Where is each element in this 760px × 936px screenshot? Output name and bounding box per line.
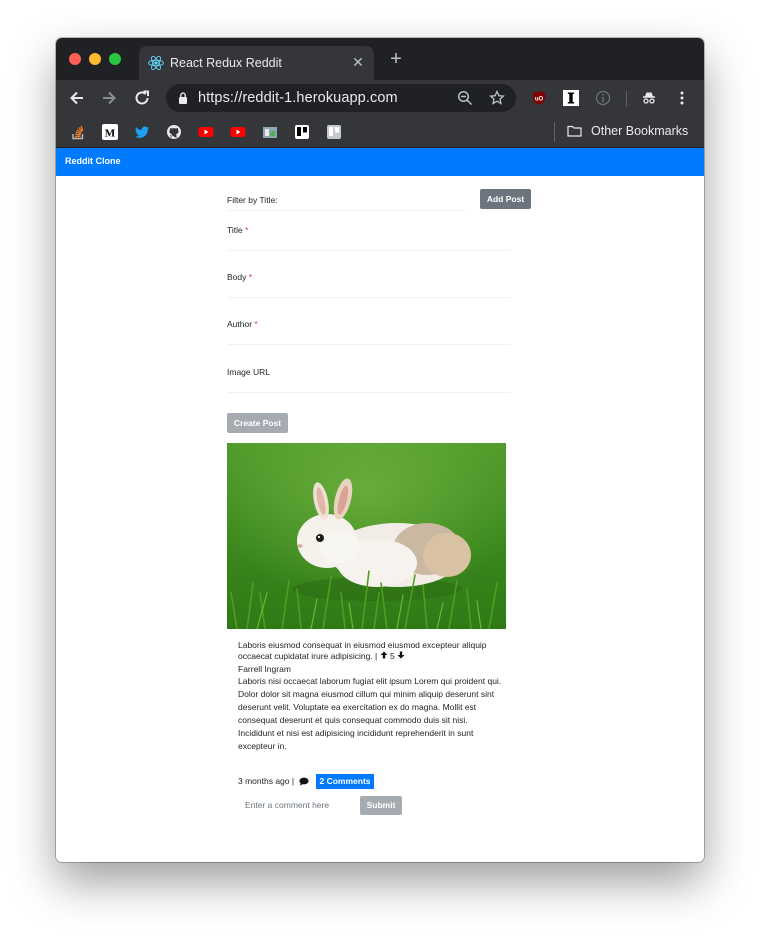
upvote-arrow-icon[interactable]	[380, 651, 388, 659]
tab-strip: React Redux Reddit ✕ +	[56, 38, 704, 80]
browser-tab[interactable]: React Redux Reddit ✕	[139, 46, 374, 80]
navbar: Reddit Clone	[56, 148, 704, 176]
author-label: Author *	[227, 319, 258, 329]
back-arrow-icon[interactable]	[67, 88, 87, 108]
youtube-bookmark-icon-2[interactable]	[230, 124, 246, 140]
incognito-icon[interactable]	[641, 90, 657, 106]
post-author: Farrell Ingram	[238, 664, 291, 674]
submit-comment-button[interactable]: Submit	[360, 796, 402, 815]
comment-bubble-icon	[299, 777, 309, 786]
browser-toolbar: https://reddit-1.herokuapp.com uO	[56, 80, 704, 116]
trello-bookmark-icon-2[interactable]	[326, 124, 342, 140]
post-title: Laboris eiusmod consequat in eiusmod eiu…	[238, 640, 487, 661]
menu-dots-icon[interactable]	[674, 90, 690, 106]
post-image	[227, 443, 506, 629]
body-label: Body *	[227, 272, 253, 282]
zoom-out-icon[interactable]	[457, 90, 473, 106]
downvote-arrow-icon[interactable]	[397, 651, 405, 659]
minimize-window-button[interactable]	[89, 53, 101, 65]
url-text: https://reddit-1.herokuapp.com	[198, 90, 398, 106]
post-timestamp: 3 months ago |	[238, 776, 295, 786]
add-post-button[interactable]: Add Post	[480, 189, 531, 209]
lock-icon	[179, 92, 187, 104]
toolbar-divider	[626, 91, 627, 107]
brand-link[interactable]: Reddit Clone	[65, 156, 121, 166]
filter-label: Filter by Title:	[227, 195, 278, 205]
title-input[interactable]	[227, 250, 510, 251]
tab-close-icon[interactable]: ✕	[350, 54, 366, 70]
youtube-bookmark-icon-1[interactable]	[198, 124, 214, 140]
vote-count: 5	[390, 650, 395, 661]
tab-title: React Redux Reddit	[170, 56, 282, 70]
comments-toggle[interactable]: 2 Comments	[316, 774, 374, 789]
browser-window: React Redux Reddit ✕ + https://reddit-1.…	[56, 38, 704, 862]
address-bar[interactable]: https://reddit-1.herokuapp.com	[166, 84, 516, 112]
post-body: Laboris nisi occaecat laborum fugiat eli…	[238, 676, 502, 751]
body-input[interactable]	[227, 297, 510, 298]
other-bookmarks-link[interactable]: Other Bookmarks	[591, 124, 688, 138]
title-label: Title *	[227, 225, 249, 235]
stackoverflow-bookmark-icon[interactable]	[70, 124, 86, 140]
create-post-button[interactable]: Create Post	[227, 413, 288, 433]
trello-bookmark-icon-1[interactable]	[294, 124, 310, 140]
reload-icon[interactable]	[132, 88, 152, 108]
filter-input[interactable]	[227, 210, 467, 211]
bookmarks-divider	[554, 122, 555, 142]
react-icon	[148, 55, 164, 71]
author-input[interactable]	[227, 344, 510, 345]
instapaper-icon[interactable]	[563, 90, 579, 106]
ublock-icon[interactable]: uO	[531, 90, 547, 106]
bookmarks-bar: M Other Bookmarks	[56, 116, 704, 148]
app-bookmark-icon[interactable]	[262, 124, 278, 140]
bookmark-star-icon[interactable]	[489, 90, 505, 106]
github-bookmark-icon[interactable]	[166, 124, 182, 140]
medium-bookmark-icon[interactable]: M	[102, 124, 118, 140]
info-icon[interactable]	[595, 90, 611, 106]
comment-input[interactable]: Enter a comment here	[239, 796, 357, 814]
folder-icon[interactable]	[567, 125, 582, 137]
image-url-label: Image URL	[227, 367, 270, 377]
forward-arrow-icon[interactable]	[99, 88, 119, 108]
svg-text:M: M	[105, 127, 116, 139]
new-tab-icon[interactable]: +	[386, 49, 406, 70]
page-content: Reddit Clone Filter by Title: Add Post T…	[56, 148, 704, 862]
maximize-window-button[interactable]	[109, 53, 121, 65]
close-window-button[interactable]	[69, 53, 81, 65]
svg-text:uO: uO	[535, 97, 544, 103]
image-url-input[interactable]	[227, 392, 510, 393]
twitter-bookmark-icon[interactable]	[134, 124, 150, 140]
